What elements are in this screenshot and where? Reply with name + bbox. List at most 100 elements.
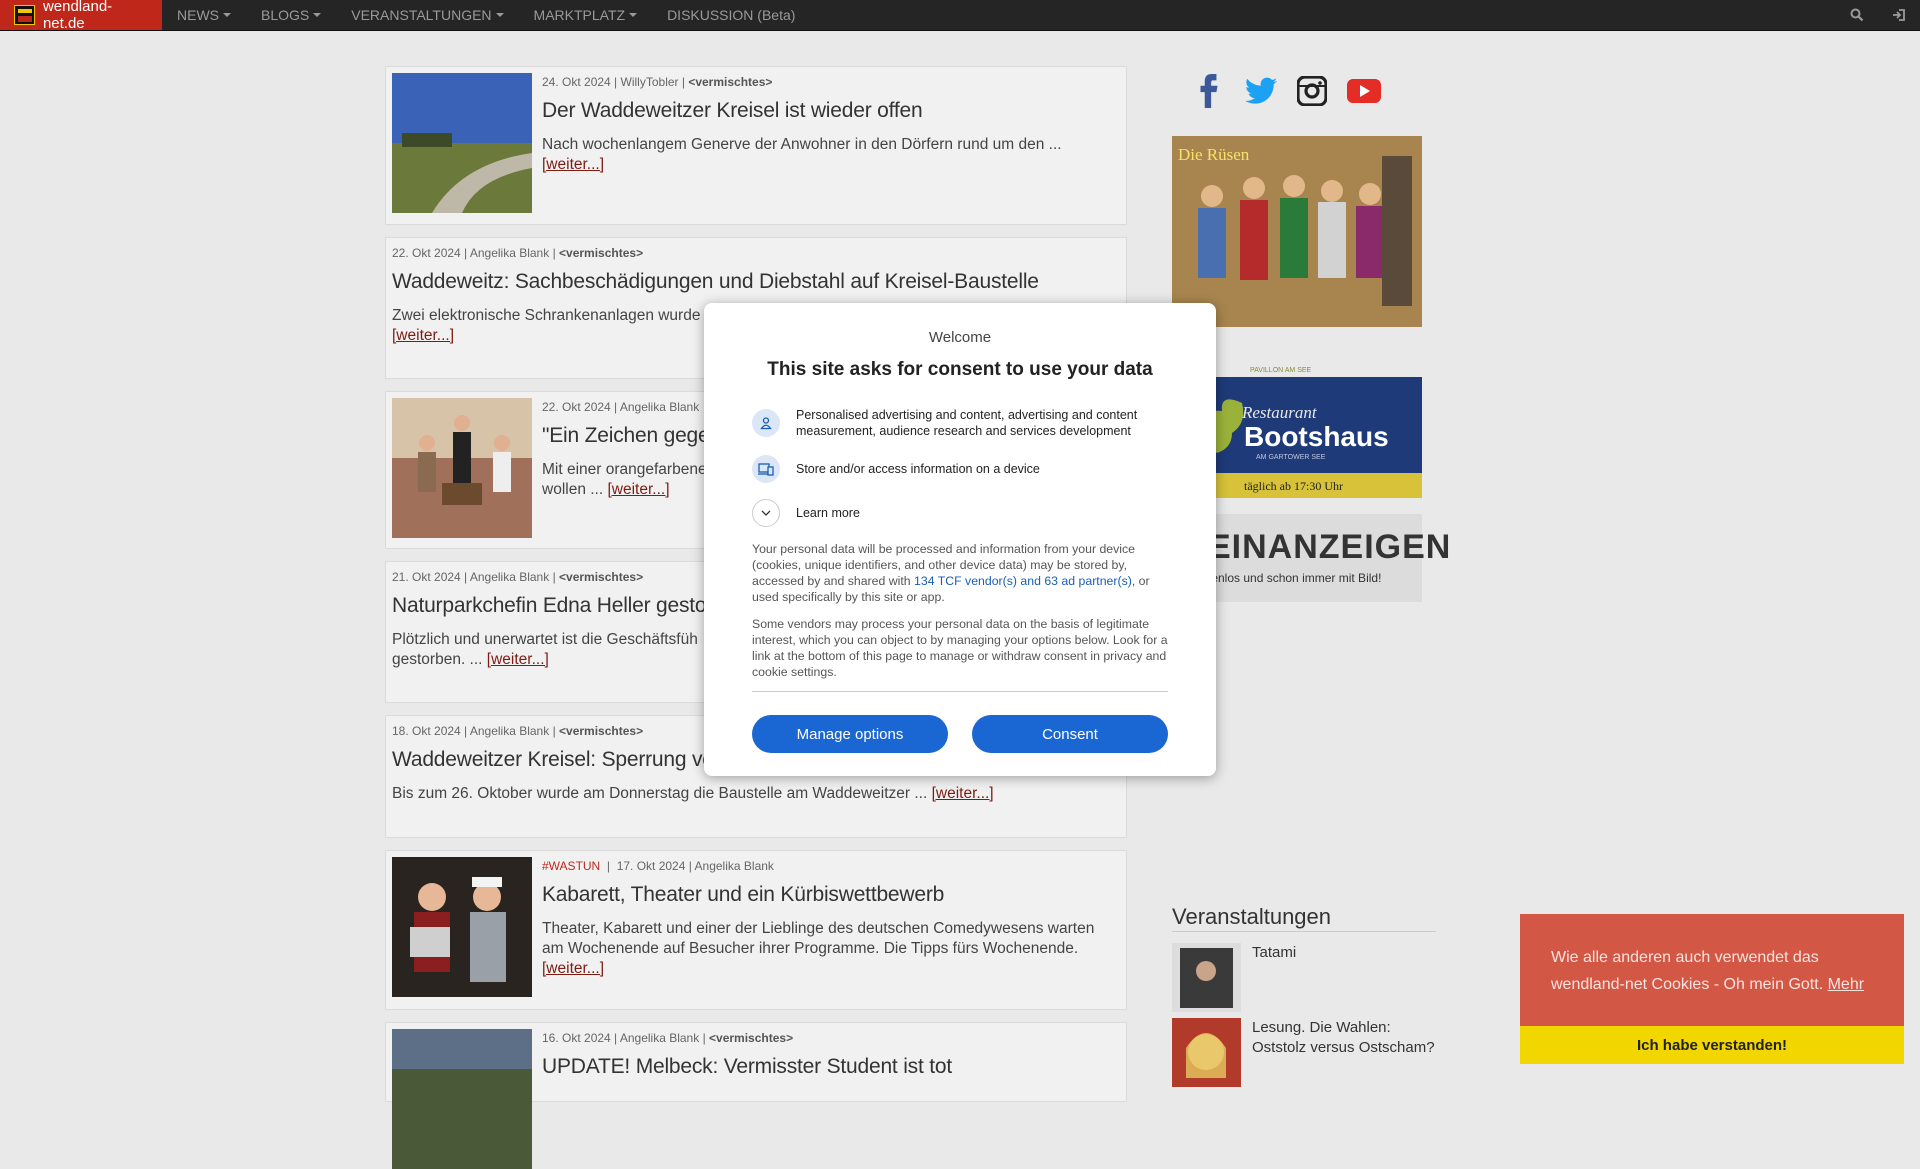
nav-diskussion-label: DISKUSSION (Beta) [667,7,796,23]
login-icon[interactable] [1878,0,1920,30]
article-excerpt: Nach wochenlangem Generve der Anwohner i… [542,135,1112,175]
excerpt-text: Mit einer orangefarbene [542,461,707,478]
article-date: 22. Okt 2024 [392,246,461,260]
article-category[interactable]: <vermischtes> [559,246,643,260]
article-category[interactable]: <vermischtes> [709,1031,793,1045]
chevron-down-icon [495,13,504,17]
article-title[interactable]: Waddeweitz: Sachbeschädigungen und Diebs… [392,270,1112,294]
consent-purpose-advertising: Personalised advertising and content, ad… [752,407,1156,439]
cookie-text: Wie alle anderen auch verwendet das wend… [1551,944,1891,998]
consent-heading: This site asks for consent to use your d… [767,359,1153,380]
event-thumbnail[interactable] [1172,1018,1241,1087]
article-date: 22. Okt 2024 [542,400,611,414]
nav-veranstaltungen-label: VERANSTALTUNGEN [351,7,492,23]
ad1-caption: Die Rüsen [1178,145,1250,164]
top-navbar: wendland-net.de NEWS BLOGS VERANSTALTUNG… [0,0,1920,32]
article-card: 24. Okt 2024 | WillyTobler | <vermischte… [385,66,1127,225]
cookie-more-link[interactable]: Mehr [1828,976,1864,993]
ad2-name2: Bootshaus [1244,421,1389,452]
manage-options-button[interactable]: Manage options [752,715,948,753]
brand-label: wendland-net.de [42,0,113,32]
event-title[interactable]: Tatami [1252,943,1442,963]
ad3-title: EINANZEIGEN [1208,528,1452,566]
excerpt-text: Zwei elektronische Schrankenanlagen wurd… [392,307,701,324]
article-author[interactable]: Angelika Blank [470,246,549,260]
article-thumbnail[interactable] [392,398,532,538]
article-excerpt: Bis zum 26. Oktober wurde am Donnerstag … [392,784,1112,804]
nav-marktplatz-label: MARKTPLATZ [533,7,626,23]
article-author[interactable]: Angelika Blank [470,724,549,738]
learn-more-toggle[interactable]: Learn more [752,499,1156,527]
excerpt-text: Nach wochenlangem Generve der Anwohner i… [542,136,1062,153]
search-icon[interactable] [1836,0,1878,30]
article-date: 21. Okt 2024 [392,570,461,584]
article-thumbnail[interactable] [392,1029,532,1169]
youtube-icon[interactable] [1347,78,1381,104]
ad2-hours: täglich ab 17:30 Uhr [1244,479,1343,493]
excerpt-text: gestorben. ... [392,651,483,668]
article-category[interactable]: <vermischtes> [559,724,643,738]
read-more-link[interactable]: [weiter...] [392,327,454,344]
chevron-down-icon[interactable] [752,499,780,527]
cookie-accept-button[interactable]: Ich habe verstanden! [1520,1026,1904,1064]
vendors-link[interactable]: 134 TCF vendor(s) and 63 ad partner(s) [914,574,1132,588]
article-author[interactable]: WillyTobler [621,75,679,89]
article-category[interactable]: <vermischtes> [688,75,772,89]
site-brand[interactable]: wendland-net.de [0,0,162,32]
chevron-down-icon [313,13,322,17]
excerpt-text: Theater, Kabarett und einer der Liebling… [542,920,1095,957]
nav-veranstaltungen[interactable]: VERANSTALTUNGEN [336,0,518,30]
read-more-link[interactable]: [weiter...] [542,960,604,977]
article-title[interactable]: Kabarett, Theater und ein Kürbiswettbewe… [542,883,1112,907]
twitter-icon[interactable] [1245,77,1277,105]
article-author[interactable]: Angelika Blank [620,400,699,414]
article-card: 16. Okt 2024 | Angelika Blank | <vermisc… [385,1022,1127,1169]
article-thumbnail[interactable] [392,73,532,213]
article-thumbnail[interactable] [392,857,532,997]
ad2-name1: Restaurant [1241,403,1318,422]
read-more-link[interactable]: [weiter...] [932,785,994,802]
article-hashtag[interactable]: #WASTUN [542,859,600,873]
article-card: #WASTUN | 17. Okt 2024 | Angelika Blank … [385,850,1127,1010]
consent-legal-text: Your personal data will be processed and… [752,541,1170,605]
chevron-down-icon [629,13,638,17]
event-title[interactable]: Lesung. Die Wahlen: Oststolz versus Osts… [1252,1018,1442,1058]
article-title[interactable]: UPDATE! Melbeck: Vermisster Student ist … [542,1055,1112,1079]
nav-diskussion[interactable]: DISKUSSION (Beta) [652,0,810,30]
facebook-icon[interactable] [1193,74,1225,108]
article-meta: 16. Okt 2024 | Angelika Blank | <vermisc… [542,1031,794,1045]
excerpt-text: wollen ... [542,481,604,498]
ad-banner-theater[interactable]: Die Rüsen [1172,136,1422,327]
excerpt-text: Plötzlich und unerwartet ist die Geschäf… [392,631,698,648]
device-icon [752,455,780,483]
article-date: 24. Okt 2024 [542,75,611,89]
nav-news[interactable]: NEWS [162,0,246,30]
article-author[interactable]: Angelika Blank [695,859,774,873]
article-meta: 24. Okt 2024 | WillyTobler | <vermischte… [542,75,773,89]
instagram-icon[interactable] [1297,76,1327,106]
consent-dialog: Welcome This site asks for consent to us… [704,303,1216,776]
article-author[interactable]: Angelika Blank [470,570,549,584]
article-author[interactable]: Angelika Blank [620,1031,699,1045]
nav-news-label: NEWS [177,7,219,23]
article-date: 18. Okt 2024 [392,724,461,738]
article-title[interactable]: Der Waddeweitzer Kreisel ist wieder offe… [542,99,1112,123]
consent-welcome: Welcome [928,329,992,346]
article-meta: #WASTUN | 17. Okt 2024 | Angelika Blank [542,859,774,873]
event-thumbnail[interactable] [1172,943,1241,1012]
article-meta: 22. Okt 2024 | Angelika Blank | <vermisc… [392,246,644,260]
article-category[interactable]: <vermischtes> [559,570,643,584]
cookie-message: Wie alle anderen auch verwendet das wend… [1551,949,1824,993]
learn-more-label[interactable]: Learn more [796,505,1156,521]
nav-blogs[interactable]: BLOGS [246,0,336,30]
read-more-link[interactable]: [weiter...] [607,481,669,498]
consent-button[interactable]: Consent [972,715,1168,753]
read-more-link[interactable]: [weiter...] [542,156,604,173]
person-icon [752,409,780,437]
consent-purpose-storage: Store and/or access information on a dev… [752,455,1156,483]
nav-marktplatz[interactable]: MARKTPLATZ [519,0,653,30]
read-more-link[interactable]: [weiter...] [487,651,549,668]
ad3-subtitle: tenlos und schon immer mit Bild! [1208,571,1382,585]
consent-legitimate-interest-text: Some vendors may process your personal d… [752,617,1168,679]
cookie-banner: Wie alle anderen auch verwendet das wend… [1520,914,1904,1064]
